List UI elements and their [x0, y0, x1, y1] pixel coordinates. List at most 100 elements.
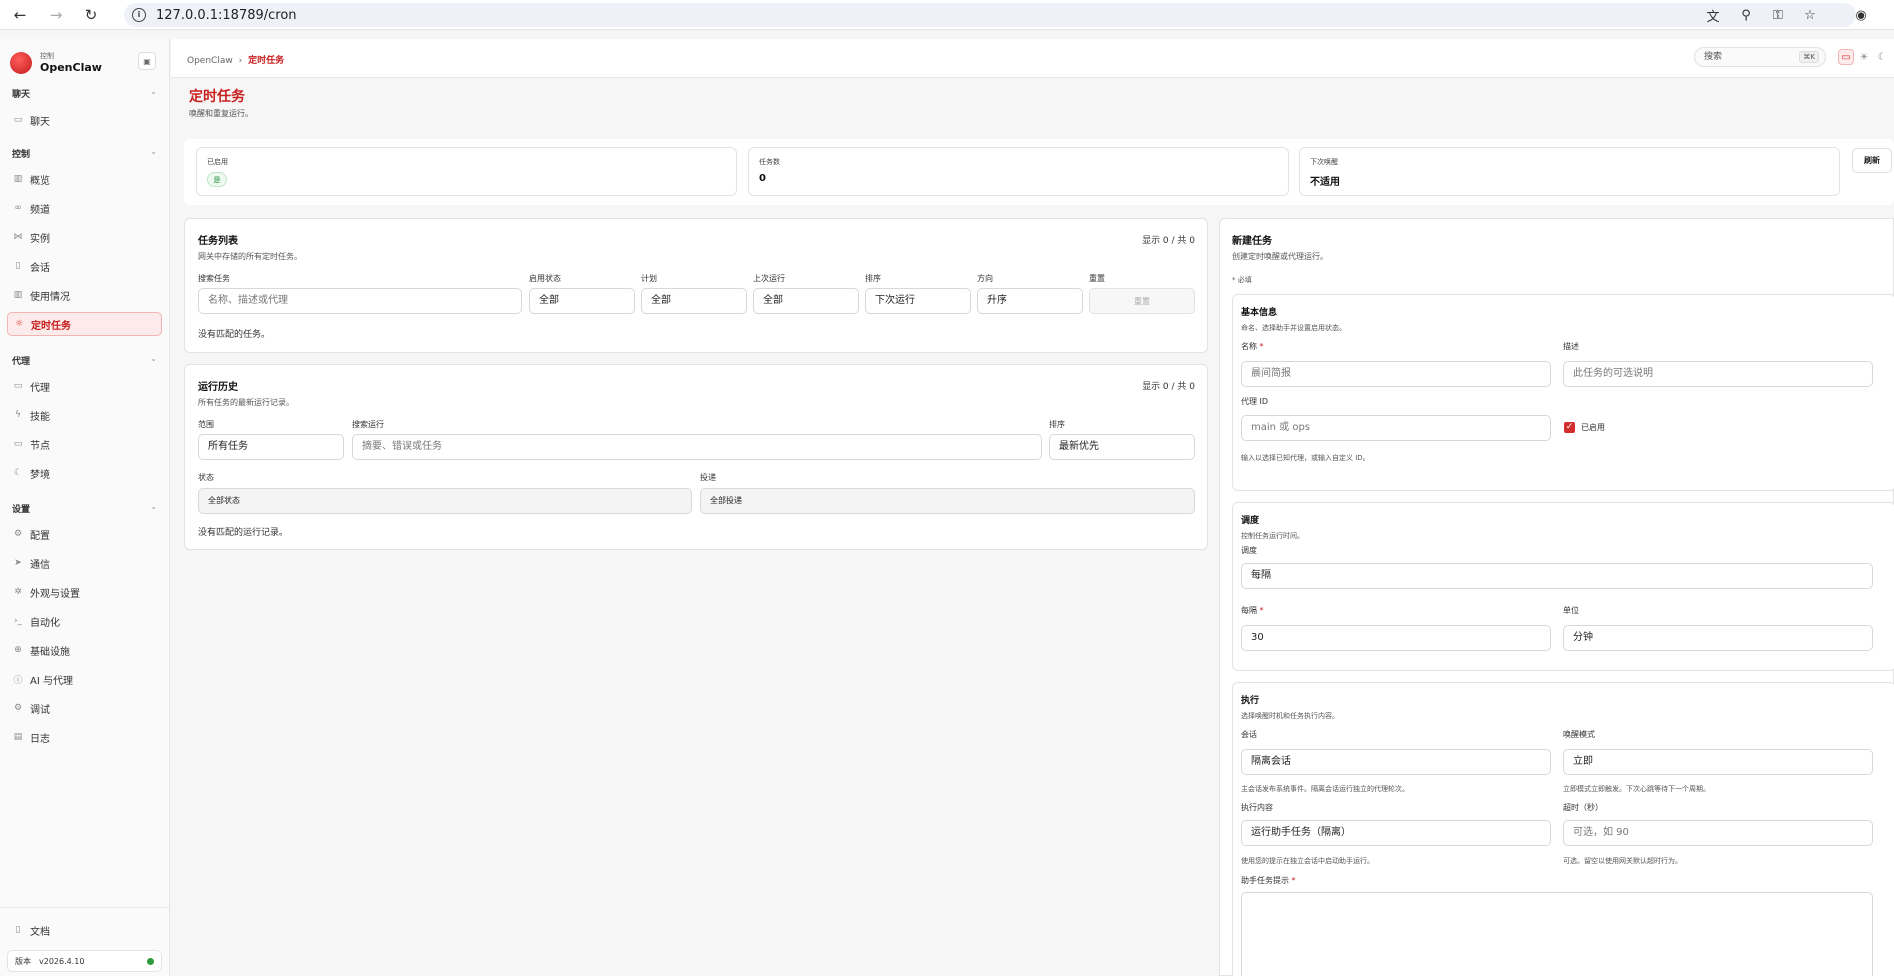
card-title: 新建任务 — [1232, 236, 1272, 247]
sidebar-item-label: 定时任务 — [31, 320, 71, 332]
name-input[interactable]: 晨间简报 — [1241, 361, 1551, 387]
section-title: 调度 — [1241, 516, 1260, 526]
sidebar-item-dreams[interactable]: ☾ 梦境 — [7, 461, 162, 485]
sidebar-item-skills[interactable]: ϟ 技能 — [7, 403, 162, 427]
run-sort-select[interactable]: 最新优先 — [1049, 434, 1195, 460]
section-chat[interactable]: 聊天 ⌄ — [12, 87, 157, 100]
wake-mode-select[interactable]: 立即 — [1563, 749, 1873, 775]
sidebar-item-automation[interactable]: ›_ 自动化 — [7, 609, 162, 633]
stat-label: 已启用 — [207, 158, 228, 166]
last-run-select[interactable]: 全部 — [753, 288, 859, 314]
breadcrumb-root[interactable]: OpenClaw — [187, 56, 233, 66]
sidebar: 控制 OpenClaw ▣ 聊天 ⌄ ▭ 聊天 控制 ⌄ ▥ 概览 ∞ 频道 ⋈ 实例 ▯ 会… — [0, 39, 170, 976]
section-settings[interactable]: 设置 ⌄ — [12, 502, 157, 515]
sun-icon: ✲ — [14, 587, 22, 597]
profile-icon[interactable]: ◉ — [1852, 6, 1870, 24]
password-key-icon[interactable]: ⚿ — [1769, 6, 1787, 24]
description-input[interactable]: 此任务的可选说明 — [1563, 361, 1873, 387]
field-label: 排序 — [865, 274, 881, 283]
bookmark-star-icon[interactable]: ☆ — [1801, 6, 1819, 24]
moon-theme-icon[interactable]: ☾ — [1874, 49, 1890, 65]
section-label: 聊天 — [12, 90, 31, 100]
payload-select[interactable]: 运行助手任务（隔离） — [1241, 820, 1551, 846]
stat-next-wake: 下次唤醒 不适用 — [1299, 147, 1840, 196]
sidebar-item-label: 梦境 — [30, 469, 50, 481]
sidebar-item-sessions[interactable]: ▯ 会话 — [7, 254, 162, 278]
sidebar-item-comms[interactable]: ➤ 通信 — [7, 551, 162, 575]
enabled-select[interactable]: 全部 — [529, 288, 635, 314]
sidebar-item-config[interactable]: ⚙ 配置 — [7, 522, 162, 546]
address-bar[interactable]: i 127.0.0.1:18789/cron — [124, 3, 1856, 27]
status-filter[interactable]: 全部状态 — [198, 488, 692, 514]
result-count: 显示 0 / 共 0 — [1142, 382, 1195, 392]
reset-button[interactable]: 重置 — [1089, 288, 1195, 314]
field-label: 执行内容 — [1241, 803, 1273, 812]
delivery-filter[interactable]: 全部投递 — [700, 488, 1195, 514]
sidebar-item-chat[interactable]: ▭ 聊天 — [7, 108, 162, 132]
prompt-textarea[interactable] — [1241, 892, 1873, 976]
brand-name: OpenClaw — [40, 61, 102, 74]
sidebar-item-instances[interactable]: ⋈ 实例 — [7, 225, 162, 249]
sidebar-item-label: 通信 — [30, 559, 50, 571]
forward-arrow-icon[interactable]: → — [46, 5, 66, 25]
scope-select[interactable]: 所有任务 — [198, 434, 344, 460]
field-label: 代理 ID — [1241, 397, 1269, 406]
direction-select[interactable]: 升序 — [977, 288, 1083, 314]
field-hint: 主会话发布系统事件。隔离会话运行独立的代理轮次。 — [1241, 785, 1409, 793]
timeout-input[interactable]: 可选，如 90 — [1563, 820, 1873, 846]
sidebar-item-debug[interactable]: ⚙ 调试 — [7, 696, 162, 720]
field-label: 范围 — [198, 420, 214, 429]
sidebar-item-cron[interactable]: ☼ 定时任务 — [7, 312, 162, 336]
sort-select[interactable]: 下次运行 — [865, 288, 971, 314]
schedule-kind-select[interactable]: 每隔 — [1241, 563, 1873, 589]
moon-icon: ☾ — [13, 468, 23, 478]
empty-state: 没有匹配的任务。 — [198, 330, 271, 340]
unit-select[interactable]: 分钟 — [1563, 625, 1873, 651]
sidebar-item-agents[interactable]: ▭ 代理 — [7, 374, 162, 398]
session-select[interactable]: 隔离会话 — [1241, 749, 1551, 775]
section-control[interactable]: 控制 ⌄ — [12, 147, 157, 160]
sidebar-item-ai-agents[interactable]: ⓘ AI 与代理 — [7, 667, 162, 691]
reload-icon[interactable]: ↻ — [81, 5, 101, 25]
sidebar-item-label: 自动化 — [30, 617, 60, 629]
sun-theme-icon[interactable]: ☀ — [1856, 49, 1872, 65]
result-count: 显示 0 / 共 0 — [1142, 236, 1195, 246]
sidebar-item-overview[interactable]: ▥ 概览 — [7, 167, 162, 191]
task-search-input[interactable]: 名称、描述或代理 — [198, 288, 522, 314]
sidebar-item-logs[interactable]: ▤ 日志 — [7, 725, 162, 749]
run-search-input[interactable]: 摘要、错误或任务 — [352, 434, 1042, 460]
field-hint: 可选。留空以使用网关默认超时行为。 — [1563, 857, 1682, 865]
sidebar-item-usage[interactable]: ▥ 使用情况 — [7, 283, 162, 307]
field-label: 启用状态 — [529, 274, 561, 283]
section-agent[interactable]: 代理 ⌄ — [12, 354, 157, 367]
chevron-down-icon: ⌄ — [150, 87, 157, 96]
schedule-select[interactable]: 全部 — [641, 288, 747, 314]
field-label: 状态 — [198, 473, 214, 482]
site-info-icon[interactable]: i — [132, 8, 146, 22]
sidebar-item-infra[interactable]: ⊕ 基础设施 — [7, 638, 162, 662]
search-input[interactable]: 搜索 ⌘K — [1694, 47, 1826, 67]
translate-icon[interactable]: 文 — [1704, 6, 1722, 25]
section-label: 设置 — [12, 505, 31, 515]
required-marker: * — [1291, 876, 1296, 885]
zoom-icon[interactable]: ⚲ — [1737, 6, 1755, 24]
agent-id-input[interactable]: main 或 ops — [1241, 415, 1551, 441]
every-input[interactable]: 30 — [1241, 625, 1551, 651]
back-arrow-icon[interactable]: ← — [10, 5, 30, 25]
url-text: 127.0.0.1:18789/cron — [156, 7, 297, 23]
sidebar-item-appearance[interactable]: ✲ 外观与设置 — [7, 580, 162, 604]
collapse-sidebar-icon[interactable]: ▣ — [138, 52, 156, 70]
monitor-theme-icon[interactable]: ▭ — [1838, 49, 1854, 65]
sidebar-item-nodes[interactable]: ▭ 节点 — [7, 432, 162, 456]
new-task-panel: 新建任务 创建定时唤醒或代理运行。 * 必填 基本信息 命名、选择助手并设置启用… — [1219, 218, 1894, 976]
sidebar-item-docs[interactable]: ▯ 文档 — [7, 918, 162, 942]
bug-icon: ⚙ — [13, 703, 23, 713]
brand[interactable]: 控制 OpenClaw — [10, 51, 102, 74]
sidebar-item-channels[interactable]: ∞ 频道 — [7, 196, 162, 220]
globe-icon: ⊕ — [14, 645, 22, 655]
refresh-button[interactable]: 刷新 — [1852, 148, 1892, 173]
enabled-checkbox[interactable]: ✓ — [1564, 422, 1575, 433]
status-dot — [147, 957, 154, 965]
execution-section: 执行 选择唤醒时机和任务执行内容。 会话 隔离会话 主会话发布系统事件。隔离会话… — [1232, 682, 1894, 976]
breadcrumb-separator: › — [238, 56, 243, 66]
